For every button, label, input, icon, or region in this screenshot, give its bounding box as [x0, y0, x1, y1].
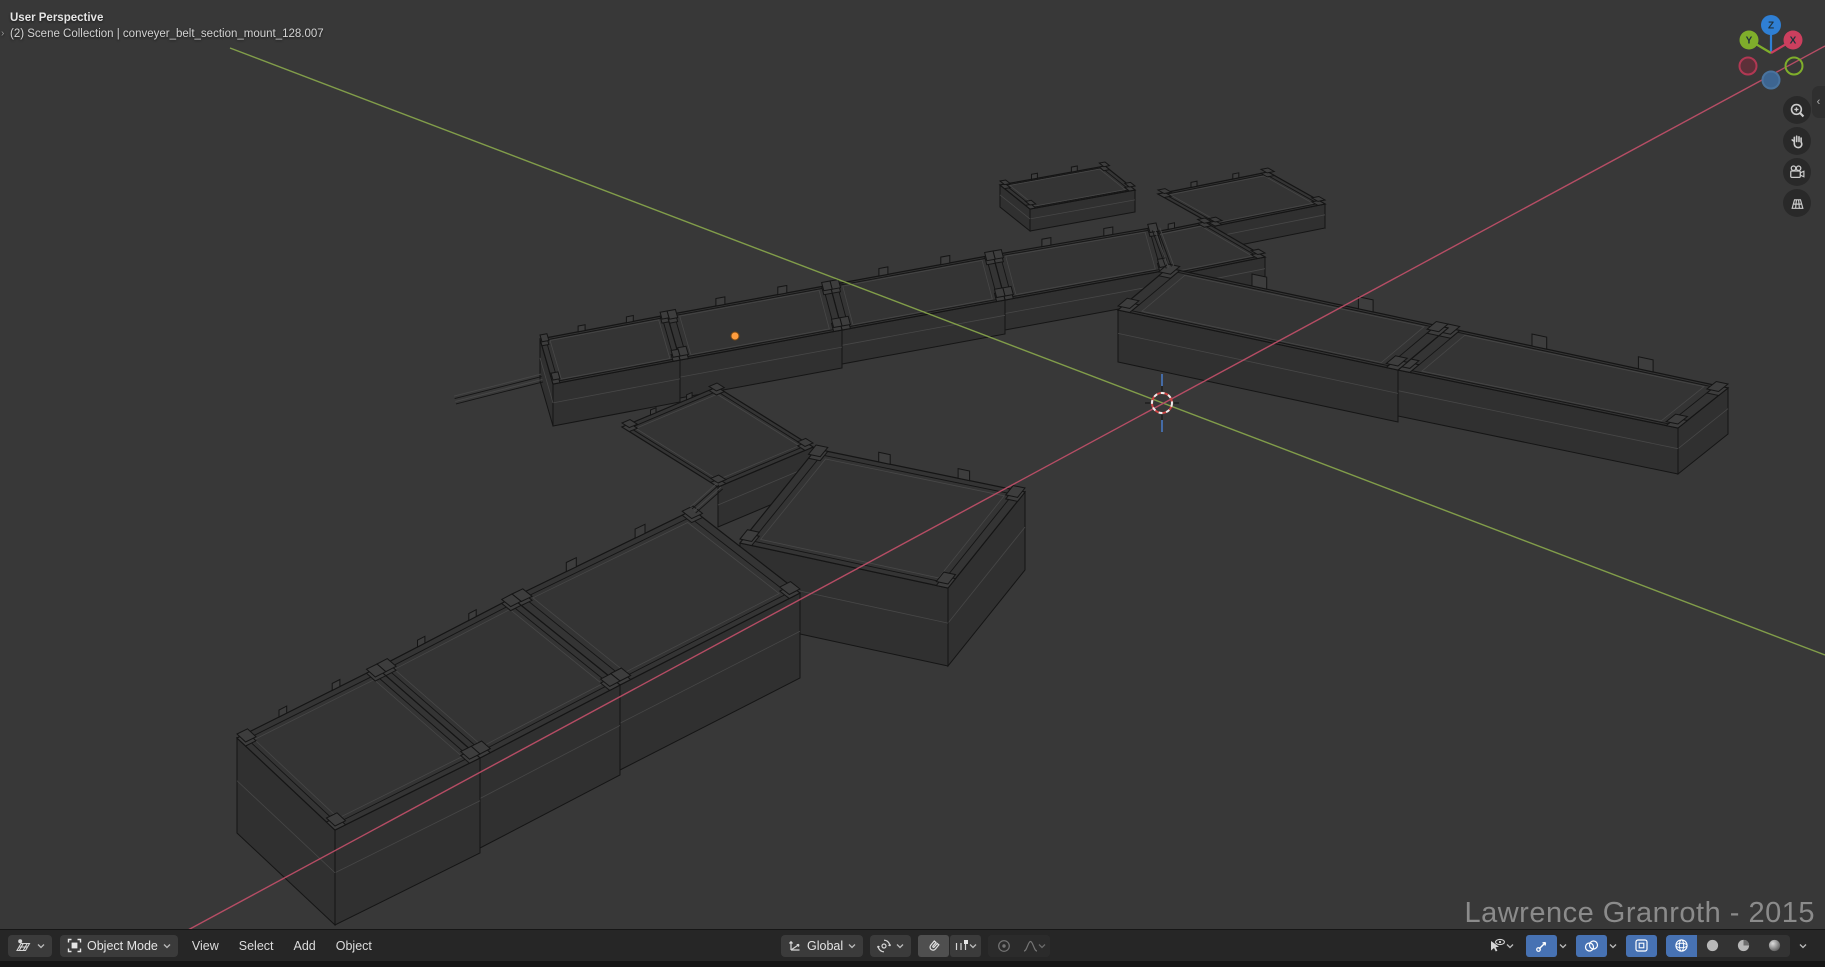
editor-type-icon: [15, 938, 32, 953]
editor-type-button[interactable]: [8, 935, 52, 957]
show-gizmo-button[interactable]: [1526, 935, 1557, 957]
camera-icon: [1788, 164, 1806, 181]
shading-solid-button[interactable]: [1697, 935, 1728, 957]
mode-label: Object Mode: [87, 939, 158, 953]
pivot-icon: [877, 939, 891, 953]
zoom-button[interactable]: [1783, 96, 1811, 124]
shading-rendered-button[interactable]: [1759, 935, 1790, 957]
view-perspective-label: User Perspective: [10, 10, 324, 26]
breadcrumb: (2) Scene Collection | conveyer_belt_sec…: [10, 26, 324, 42]
watermark: Lawrence Granroth - 2015: [1464, 897, 1815, 930]
ortho-grid-icon: [1789, 195, 1806, 212]
rendered-shading-icon: [1767, 938, 1782, 953]
axis-z-neg: [1763, 72, 1780, 89]
shading-wireframe-button[interactable]: [1666, 935, 1697, 957]
show-object-types-button[interactable]: [1486, 935, 1517, 957]
axis-gizmo[interactable]: Z Y X: [1725, 6, 1817, 98]
svg-text:Z: Z: [1768, 21, 1774, 32]
visibility-icon: [1489, 938, 1506, 953]
shading-material-button[interactable]: [1728, 935, 1759, 957]
orientation-label: Global: [807, 939, 843, 953]
chevron-down-icon: [896, 943, 904, 949]
snap-increment-icon: [954, 939, 969, 953]
breadcrumb-expand-icon: ›: [1, 26, 4, 42]
axis-y-neg: [1786, 58, 1803, 75]
viewport-nav-buttons: [1783, 96, 1811, 217]
overlays-icon: [1584, 939, 1599, 953]
xray-icon: [1634, 938, 1649, 953]
pan-button[interactable]: [1783, 127, 1811, 155]
object-mode-icon: [67, 938, 82, 953]
mode-select-button[interactable]: Object Mode: [60, 935, 178, 957]
blender-3d-viewport: User Perspective › (2) Scene Collection …: [0, 0, 1825, 967]
chevron-down-icon: [969, 943, 977, 949]
wireframe-shading-icon: [1674, 938, 1689, 953]
pivot-point-button[interactable]: [870, 935, 911, 957]
magnet-icon: [927, 939, 941, 953]
orientation-axes-icon: [788, 939, 802, 953]
viewport-header: Object Mode View Select Add Object Globa…: [0, 929, 1825, 961]
proportional-icon: [997, 939, 1011, 953]
menu-object[interactable]: Object: [330, 939, 378, 953]
chevron-left-icon: ‹: [1817, 96, 1821, 108]
solid-shading-icon: [1705, 938, 1720, 953]
status-bar: [0, 961, 1825, 967]
material-shading-icon: [1736, 938, 1751, 953]
menu-view[interactable]: View: [186, 939, 225, 953]
sidebar-toggle-tab[interactable]: ‹: [1812, 86, 1825, 118]
chevron-down-icon: [848, 943, 856, 949]
menu-select[interactable]: Select: [233, 939, 280, 953]
proportional-falloff-button[interactable]: [1019, 935, 1050, 957]
chevron-down-icon: [1609, 943, 1617, 949]
show-overlays-button[interactable]: [1576, 935, 1607, 957]
zoom-icon: [1789, 102, 1806, 119]
viewport-canvas[interactable]: [0, 0, 1825, 967]
hand-icon: [1789, 133, 1806, 150]
chevron-down-icon: [37, 943, 45, 949]
chevron-down-icon: [1506, 943, 1514, 949]
chevron-down-icon: [1038, 943, 1046, 949]
falloff-curve-icon: [1023, 939, 1038, 953]
gizmo-icon: [1535, 939, 1549, 953]
chevron-down-icon: [1559, 943, 1567, 949]
svg-text:Y: Y: [1746, 36, 1753, 47]
svg-text:X: X: [1790, 36, 1797, 47]
axis-x-neg: [1740, 58, 1757, 75]
viewport-overlay-text: User Perspective › (2) Scene Collection …: [10, 10, 324, 42]
object-origin-dot: [731, 332, 739, 340]
camera-view-button[interactable]: [1783, 158, 1811, 186]
menu-add[interactable]: Add: [288, 939, 322, 953]
proportional-edit-button[interactable]: [988, 935, 1019, 957]
chevron-down-icon: [1799, 943, 1807, 949]
snap-toggle-button[interactable]: [918, 935, 949, 957]
chevron-down-icon: [163, 943, 171, 949]
transform-orientation-button[interactable]: Global: [781, 935, 863, 957]
snap-target-button[interactable]: [950, 935, 981, 957]
toggle-ortho-button[interactable]: [1783, 189, 1811, 217]
xray-toggle-button[interactable]: [1626, 935, 1657, 957]
